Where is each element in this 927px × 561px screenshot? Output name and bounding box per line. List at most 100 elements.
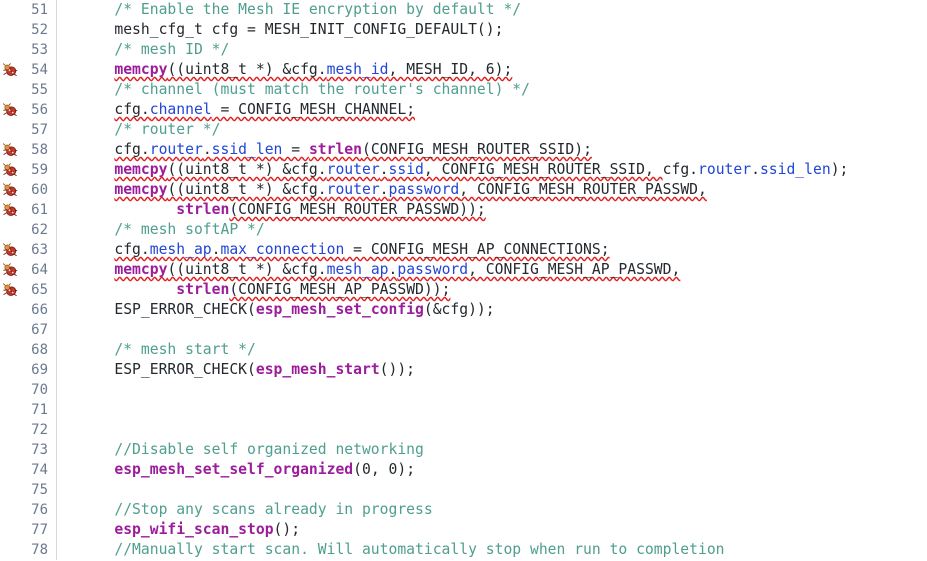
line-gutter[interactable]: 73	[0, 440, 66, 460]
line-content[interactable]: strlen(CONFIG_MESH_AP_PASSWD));	[66, 280, 927, 300]
code-line[interactable]: 77 esp_wifi_scan_stop();	[0, 520, 927, 540]
line-content[interactable]	[66, 320, 927, 340]
code-line[interactable]: 52 mesh_cfg_t cfg = MESH_INIT_CONFIG_DEF…	[0, 20, 927, 40]
line-content[interactable]: esp_wifi_scan_stop();	[66, 520, 927, 540]
line-gutter[interactable]: 63	[0, 240, 66, 260]
line-gutter[interactable]: 68	[0, 340, 66, 360]
code-line[interactable]: 57 /* router */	[0, 120, 927, 140]
line-content[interactable]: //Stop any scans already in progress	[66, 500, 927, 520]
bug-error-marker-icon[interactable]	[2, 102, 18, 118]
code-line[interactable]: 53 /* mesh ID */	[0, 40, 927, 60]
code-token: esp_wifi_scan_stop	[114, 521, 274, 538]
bug-error-marker-icon[interactable]	[2, 142, 18, 158]
line-gutter[interactable]: 60	[0, 180, 66, 200]
line-content[interactable]	[66, 480, 927, 500]
line-gutter[interactable]: 72	[0, 420, 66, 440]
code-token: strlen	[308, 141, 362, 158]
line-gutter[interactable]: 66	[0, 300, 66, 320]
code-line[interactable]: 54 memcpy((uint8_t *) &cfg.mesh_id, MESH…	[0, 60, 927, 80]
line-content[interactable]: ESP_ERROR_CHECK(esp_mesh_start());	[66, 360, 927, 380]
bug-error-marker-icon[interactable]	[2, 62, 18, 78]
code-line[interactable]: 65 strlen(CONFIG_MESH_AP_PASSWD));	[0, 280, 927, 300]
bug-error-marker-icon[interactable]	[2, 162, 18, 178]
line-gutter[interactable]: 53	[0, 40, 66, 60]
line-content[interactable]: cfg.channel = CONFIG_MESH_CHANNEL;	[66, 100, 927, 120]
code-line[interactable]: 60 memcpy((uint8_t *) &cfg.router.passwo…	[0, 180, 927, 200]
code-line[interactable]: 71	[0, 400, 927, 420]
line-content[interactable]: //Manually start scan. Will automaticall…	[66, 540, 927, 560]
line-gutter[interactable]: 69	[0, 360, 66, 380]
line-gutter[interactable]: 75	[0, 480, 66, 500]
line-gutter[interactable]: 52	[0, 20, 66, 40]
code-line[interactable]: 59 memcpy((uint8_t *) &cfg.router.ssid, …	[0, 160, 927, 180]
line-content[interactable]: /* mesh softAP */	[66, 220, 927, 240]
line-gutter[interactable]: 76	[0, 500, 66, 520]
code-lines-container[interactable]: 51 /* Enable the Mesh IE encryption by d…	[0, 0, 927, 561]
code-line[interactable]: 69 ESP_ERROR_CHECK(esp_mesh_start());	[0, 360, 927, 380]
line-content[interactable]: memcpy((uint8_t *) &cfg.router.password,…	[66, 180, 927, 200]
code-line[interactable]: 67	[0, 320, 927, 340]
code-line[interactable]: 73 //Disable self organized networking	[0, 440, 927, 460]
line-gutter[interactable]: 74	[0, 460, 66, 480]
code-line[interactable]: 56 cfg.channel = CONFIG_MESH_CHANNEL;	[0, 100, 927, 120]
code-line[interactable]: 66 ESP_ERROR_CHECK(esp_mesh_set_config(&…	[0, 300, 927, 320]
line-gutter[interactable]: 56	[0, 100, 66, 120]
bug-error-marker-icon[interactable]	[2, 202, 18, 218]
line-content[interactable]: ESP_ERROR_CHECK(esp_mesh_set_config(&cfg…	[66, 300, 927, 320]
bug-error-marker-icon[interactable]	[2, 282, 18, 298]
code-line[interactable]: 70	[0, 380, 927, 400]
line-gutter[interactable]: 57	[0, 120, 66, 140]
line-gutter[interactable]: 65	[0, 280, 66, 300]
code-line[interactable]: 62 /* mesh softAP */	[0, 220, 927, 240]
line-number: 77	[31, 522, 48, 538]
line-content[interactable]: /* Enable the Mesh IE encryption by defa…	[66, 0, 927, 20]
code-line[interactable]: 58 cfg.router.ssid_len = strlen(CONFIG_M…	[0, 140, 927, 160]
bug-error-marker-icon[interactable]	[2, 262, 18, 278]
line-gutter[interactable]: 54	[0, 60, 66, 80]
code-line[interactable]: 64 memcpy((uint8_t *) &cfg.mesh_ap.passw…	[0, 260, 927, 280]
code-line[interactable]: 51 /* Enable the Mesh IE encryption by d…	[0, 0, 927, 20]
code-line[interactable]: 75	[0, 480, 927, 500]
line-content[interactable]: memcpy((uint8_t *) &cfg.router.ssid, CON…	[66, 160, 927, 180]
code-line[interactable]: 63 cfg.mesh_ap.max_connection = CONFIG_M…	[0, 240, 927, 260]
line-content[interactable]	[66, 420, 927, 440]
line-content[interactable]: /* router */	[66, 120, 927, 140]
code-line[interactable]: 55 /* channel (must match the router's c…	[0, 80, 927, 100]
line-gutter[interactable]: 62	[0, 220, 66, 240]
line-content[interactable]: /* mesh ID */	[66, 40, 927, 60]
line-gutter[interactable]: 55	[0, 80, 66, 100]
code-line[interactable]: 68 /* mesh start */	[0, 340, 927, 360]
line-content[interactable]: cfg.mesh_ap.max_connection = CONFIG_MESH…	[66, 240, 927, 260]
code-line[interactable]: 72	[0, 420, 927, 440]
line-gutter[interactable]: 61	[0, 200, 66, 220]
bug-error-marker-icon[interactable]	[2, 182, 18, 198]
line-content[interactable]	[66, 400, 927, 420]
line-gutter[interactable]: 77	[0, 520, 66, 540]
code-line[interactable]: 76 //Stop any scans already in progress	[0, 500, 927, 520]
line-gutter[interactable]: 78	[0, 540, 66, 560]
line-gutter[interactable]: 70	[0, 380, 66, 400]
line-content[interactable]: strlen(CONFIG_MESH_ROUTER_PASSWD));	[66, 200, 927, 220]
line-content[interactable]: memcpy((uint8_t *) &cfg.mesh_id, MESH_ID…	[66, 60, 927, 80]
line-gutter[interactable]: 51	[0, 0, 66, 20]
line-gutter[interactable]: 71	[0, 400, 66, 420]
code-editor[interactable]: 51 /* Enable the Mesh IE encryption by d…	[0, 0, 927, 561]
code-line[interactable]: 61 strlen(CONFIG_MESH_ROUTER_PASSWD));	[0, 200, 927, 220]
line-content[interactable]: esp_mesh_set_self_organized(0, 0);	[66, 460, 927, 480]
line-content[interactable]	[66, 380, 927, 400]
line-content[interactable]: //Disable self organized networking	[66, 440, 927, 460]
line-content[interactable]: /* channel (must match the router's chan…	[66, 80, 927, 100]
line-content[interactable]: cfg.router.ssid_len = strlen(CONFIG_MESH…	[66, 140, 927, 160]
line-content[interactable]: memcpy((uint8_t *) &cfg.mesh_ap.password…	[66, 260, 927, 280]
line-gutter[interactable]: 64	[0, 260, 66, 280]
line-content[interactable]: /* mesh start */	[66, 340, 927, 360]
line-gutter[interactable]: 67	[0, 320, 66, 340]
line-content[interactable]: mesh_cfg_t cfg = MESH_INIT_CONFIG_DEFAUL…	[66, 20, 927, 40]
line-gutter[interactable]: 58	[0, 140, 66, 160]
code-line[interactable]: 78 //Manually start scan. Will automatic…	[0, 540, 927, 560]
bug-error-marker-icon[interactable]	[2, 242, 18, 258]
line-gutter[interactable]: 59	[0, 160, 66, 180]
code-line[interactable]: 74 esp_mesh_set_self_organized(0, 0);	[0, 460, 927, 480]
line-number: 68	[31, 342, 48, 358]
